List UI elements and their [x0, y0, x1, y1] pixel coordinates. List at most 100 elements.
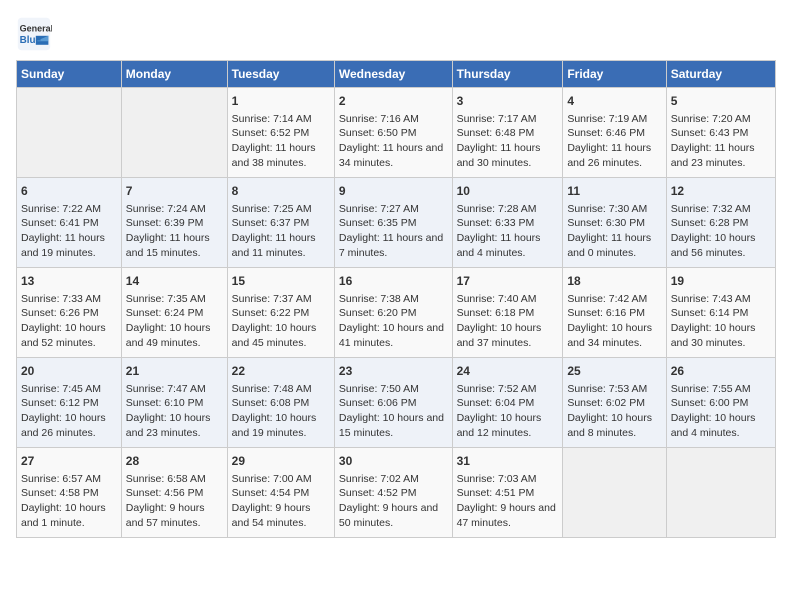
calendar-cell: 1Sunrise: 7:14 AMSunset: 6:52 PMDaylight… — [227, 88, 334, 178]
week-row-3: 13Sunrise: 7:33 AMSunset: 6:26 PMDayligh… — [17, 268, 776, 358]
sunset: Sunset: 6:28 PM — [671, 216, 771, 231]
sunrise: Sunrise: 7:03 AM — [457, 472, 559, 487]
week-row-5: 27Sunrise: 6:57 AMSunset: 4:58 PMDayligh… — [17, 448, 776, 538]
sunrise: Sunrise: 7:27 AM — [339, 202, 448, 217]
day-number: 19 — [671, 273, 771, 290]
day-number: 11 — [567, 183, 661, 200]
day-number: 18 — [567, 273, 661, 290]
day-number: 6 — [21, 183, 117, 200]
sunrise: Sunrise: 7:16 AM — [339, 112, 448, 127]
sunrise: Sunrise: 7:55 AM — [671, 382, 771, 397]
sunrise: Sunrise: 7:24 AM — [126, 202, 223, 217]
daylight: Daylight: 10 hours and 15 minutes. — [339, 411, 448, 440]
calendar-cell: 30Sunrise: 7:02 AMSunset: 4:52 PMDayligh… — [334, 448, 452, 538]
sunset: Sunset: 6:22 PM — [232, 306, 330, 321]
sunset: Sunset: 6:20 PM — [339, 306, 448, 321]
weekday-header-row: SundayMondayTuesdayWednesdayThursdayFrid… — [17, 61, 776, 88]
calendar-cell: 7Sunrise: 7:24 AMSunset: 6:39 PMDaylight… — [121, 178, 227, 268]
day-number: 14 — [126, 273, 223, 290]
sunset: Sunset: 6:50 PM — [339, 126, 448, 141]
sunset: Sunset: 6:48 PM — [457, 126, 559, 141]
calendar-cell: 24Sunrise: 7:52 AMSunset: 6:04 PMDayligh… — [452, 358, 563, 448]
calendar-cell: 11 Sunrise: 7:30 AMSunset: 6:30 PMDayligh… — [563, 178, 666, 268]
daylight: Daylight: 11 hours and 34 minutes. — [339, 141, 448, 170]
sunrise: Sunrise: 7:00 AM — [232, 472, 330, 487]
day-number: 9 — [339, 183, 448, 200]
calendar-cell: 9Sunrise: 7:27 AMSunset: 6:35 PMDaylight… — [334, 178, 452, 268]
calendar-cell: 16Sunrise: 7:38 AMSunset: 6:20 PMDayligh… — [334, 268, 452, 358]
day-number: 28 — [126, 453, 223, 470]
sunrise: Sunrise: 7:42 AM — [567, 292, 661, 307]
calendar-cell — [666, 448, 775, 538]
calendar-cell: 22 Sunrise: 7:48 AMSunset: 6:08 PMDayligh… — [227, 358, 334, 448]
day-number: 22 — [232, 363, 330, 380]
day-number: 26 — [671, 363, 771, 380]
sunset: Sunset: 6:02 PM — [567, 396, 661, 411]
day-number: 17 — [457, 273, 559, 290]
daylight: Daylight: 11 hours and 30 minutes. — [457, 141, 559, 170]
sunset: Sunset: 6:12 PM — [21, 396, 117, 411]
sunrise: Sunrise: 7:33 AM — [21, 292, 117, 307]
calendar-cell: 23Sunrise: 7:50 AMSunset: 6:06 PMDayligh… — [334, 358, 452, 448]
sunset: Sunset: 6:06 PM — [339, 396, 448, 411]
calendar-cell — [121, 88, 227, 178]
daylight: Daylight: 11 hours and 15 minutes. — [126, 231, 223, 260]
sunrise: Sunrise: 7:30 AM — [567, 202, 661, 217]
sunset: Sunset: 6:41 PM — [21, 216, 117, 231]
daylight: Daylight: 10 hours and 8 minutes. — [567, 411, 661, 440]
daylight: Daylight: 11 hours and 23 minutes. — [671, 141, 771, 170]
sunset: Sunset: 6:46 PM — [567, 126, 661, 141]
sunset: Sunset: 4:52 PM — [339, 486, 448, 501]
calendar-cell: 25Sunrise: 7:53 AMSunset: 6:02 PMDayligh… — [563, 358, 666, 448]
daylight: Daylight: 10 hours and 45 minutes. — [232, 321, 330, 350]
sunrise: Sunrise: 7:37 AM — [232, 292, 330, 307]
daylight: Daylight: 11 hours and 0 minutes. — [567, 231, 661, 260]
sunset: Sunset: 6:08 PM — [232, 396, 330, 411]
calendar-cell — [17, 88, 122, 178]
calendar-cell: 2 Sunrise: 7:16 AMSunset: 6:50 PMDaylight… — [334, 88, 452, 178]
calendar-cell: 29Sunrise: 7:00 AMSunset: 4:54 PMDayligh… — [227, 448, 334, 538]
day-number: 5 — [671, 93, 771, 110]
calendar-table: SundayMondayTuesdayWednesdayThursdayFrid… — [16, 60, 776, 538]
sunrise: Sunrise: 7:53 AM — [567, 382, 661, 397]
sunset: Sunset: 4:54 PM — [232, 486, 330, 501]
sunrise: Sunrise: 7:47 AM — [126, 382, 223, 397]
daylight: Daylight: 10 hours and 52 minutes. — [21, 321, 117, 350]
calendar-cell: 8Sunrise: 7:25 AMSunset: 6:37 PMDaylight… — [227, 178, 334, 268]
day-number: 2 — [339, 93, 448, 110]
calendar-cell: 4Sunrise: 7:19 AMSunset: 6:46 PMDaylight… — [563, 88, 666, 178]
calendar-cell: 31Sunrise: 7:03 AMSunset: 4:51 PMDayligh… — [452, 448, 563, 538]
day-number: 3 — [457, 93, 559, 110]
calendar-cell: 10Sunrise: 7:28 AMSunset: 6:33 PMDayligh… — [452, 178, 563, 268]
svg-text:Blue: Blue — [20, 35, 42, 46]
sunset: Sunset: 6:39 PM — [126, 216, 223, 231]
day-number: 10 — [457, 183, 559, 200]
sunrise: Sunrise: 7:20 AM — [671, 112, 771, 127]
daylight: Daylight: 10 hours and 1 minute. — [21, 501, 117, 530]
daylight: Daylight: 11 hours and 38 minutes. — [232, 141, 330, 170]
calendar-cell — [563, 448, 666, 538]
sunrise: Sunrise: 7:25 AM — [232, 202, 330, 217]
weekday-header-friday: Friday — [563, 61, 666, 88]
sunrise: Sunrise: 6:58 AM — [126, 472, 223, 487]
daylight: Daylight: 10 hours and 19 minutes. — [232, 411, 330, 440]
weekday-header-sunday: Sunday — [17, 61, 122, 88]
daylight: Daylight: 10 hours and 30 minutes. — [671, 321, 771, 350]
day-number: 4 — [567, 93, 661, 110]
sunrise: Sunrise: 7:02 AM — [339, 472, 448, 487]
sunrise: Sunrise: 7:52 AM — [457, 382, 559, 397]
daylight: Daylight: 10 hours and 34 minutes. — [567, 321, 661, 350]
day-number: 24 — [457, 363, 559, 380]
calendar-cell: 26Sunrise: 7:55 AMSunset: 6:00 PMDayligh… — [666, 358, 775, 448]
daylight: Daylight: 10 hours and 56 minutes. — [671, 231, 771, 260]
weekday-header-saturday: Saturday — [666, 61, 775, 88]
sunrise: Sunrise: 7:14 AM — [232, 112, 330, 127]
daylight: Daylight: 10 hours and 41 minutes. — [339, 321, 448, 350]
sunrise: Sunrise: 7:48 AM — [232, 382, 330, 397]
sunrise: Sunrise: 7:43 AM — [671, 292, 771, 307]
daylight: Daylight: 9 hours and 50 minutes. — [339, 501, 448, 530]
week-row-4: 20Sunrise: 7:45 AMSunset: 6:12 PMDayligh… — [17, 358, 776, 448]
sunset: Sunset: 6:30 PM — [567, 216, 661, 231]
daylight: Daylight: 11 hours and 26 minutes. — [567, 141, 661, 170]
calendar-cell: 5Sunrise: 7:20 AMSunset: 6:43 PMDaylight… — [666, 88, 775, 178]
